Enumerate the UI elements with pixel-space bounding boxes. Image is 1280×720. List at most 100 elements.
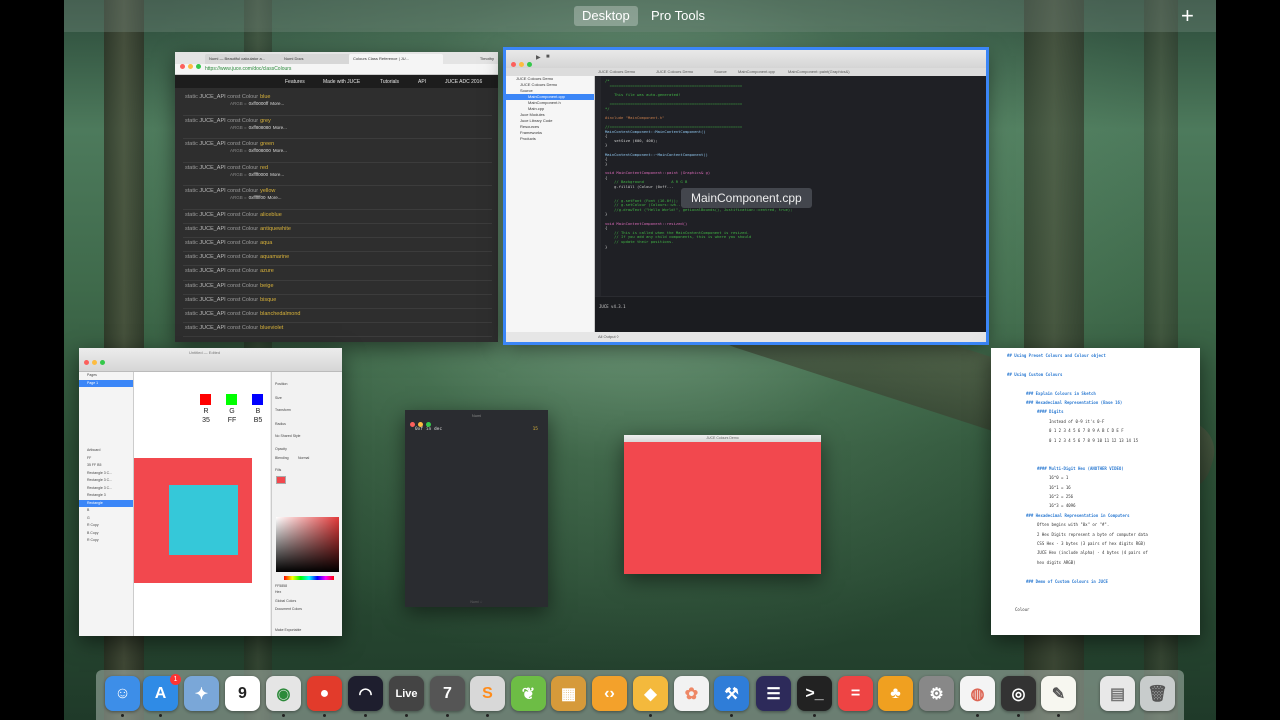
color-picker-field[interactable] <box>276 517 339 572</box>
colour-row[interactable]: static JUCE_API const Colour bisque <box>185 297 276 303</box>
jump-bar-item[interactable]: Source <box>714 68 727 76</box>
colour-row[interactable]: static JUCE_API const Colour aquamarine <box>185 254 289 260</box>
colour-name-link[interactable]: bisque <box>260 297 276 303</box>
rgb-swatch[interactable] <box>226 394 237 405</box>
juce-colours-demo-window[interactable]: JUCE Colours Demo <box>624 435 821 574</box>
document-colors-toggle[interactable]: Document Colors <box>275 607 302 611</box>
colour-name-link[interactable]: blueviolet <box>260 325 283 331</box>
space-tab-desktop[interactable]: Desktop <box>574 6 638 26</box>
colour-row[interactable]: static JUCE_API const Colour beige <box>185 283 274 289</box>
layer-item[interactable]: Rectangle 3 C... <box>79 470 133 478</box>
nav-link-made-with-juce[interactable]: Made with JUCE <box>323 77 360 87</box>
layer-item[interactable]: Rectangle 3 C... <box>79 485 133 493</box>
colour-name-link[interactable]: antiquewhite <box>260 226 291 232</box>
layer-item[interactable]: FF <box>79 455 133 463</box>
global-colors-toggle[interactable]: Global Colors <box>275 599 296 603</box>
documents-folder-icon[interactable]: ▤ <box>1100 676 1135 711</box>
sublime-text-icon[interactable]: S <box>470 676 505 711</box>
layer-item[interactable]: B <box>79 507 133 515</box>
layer-item[interactable]: R Copy <box>79 522 133 530</box>
preview-icon[interactable]: ✦ <box>184 676 219 711</box>
colour-row[interactable]: static JUCE_API const Colour red ARGB = 0xf… <box>185 165 284 177</box>
jump-bar-item[interactable]: JUCE Colours Demo <box>656 68 693 76</box>
jump-bar-item[interactable]: JUCE Colours Demo <box>598 68 635 76</box>
numi-icon[interactable]: 7 <box>430 676 465 711</box>
ableton-live-icon[interactable]: Live <box>389 676 424 711</box>
butterfly-app-icon[interactable]: ♣ <box>878 676 913 711</box>
layer-item[interactable]: Rectangle 3 <box>79 492 133 500</box>
colour-row[interactable]: static JUCE_API const Colour yellow ARGB =… <box>185 188 282 200</box>
browser-address-bar[interactable]: https://www.juce.com/doc/classColours <box>175 64 498 75</box>
run-button[interactable]: ▶ <box>536 54 541 61</box>
numi-input-line[interactable]: 0xf in dec <box>415 427 442 432</box>
more-link[interactable]: More... <box>273 148 287 153</box>
hex-input[interactable]: FF5858 <box>275 584 287 588</box>
colour-name-link[interactable]: aquamarine <box>260 254 289 260</box>
rgb-swatch[interactable] <box>252 394 263 405</box>
space-tab-pro-tools[interactable]: Pro Tools <box>643 6 713 26</box>
sketch-window[interactable]: Untitled — Edited Pages Page 1 Artboard FF 3… <box>79 348 342 636</box>
make-exportable-button[interactable]: Make Exportable <box>275 628 301 632</box>
sketch-canvas[interactable]: R 35 G FF B B5 <box>134 372 270 636</box>
window-controls[interactable] <box>84 352 108 370</box>
navigator-item[interactable]: Products <box>506 136 594 142</box>
layer-item[interactable]: Rectangle <box>79 499 133 507</box>
layer-item[interactable]: R Copy <box>79 537 133 545</box>
window-controls[interactable] <box>180 56 204 74</box>
code-editor[interactable]: /* =====================================… <box>595 76 986 296</box>
calendar-icon[interactable]: 9 <box>225 676 260 711</box>
console-filter-bar[interactable]: All Output ◊ <box>506 332 986 342</box>
colour-name-link[interactable]: aqua <box>260 240 272 246</box>
more-link[interactable]: More... <box>270 172 284 177</box>
shared-style-select[interactable]: No Shared Style <box>275 434 301 438</box>
fill-swatch[interactable] <box>276 476 286 484</box>
system-preferences-icon[interactable]: ⚙ <box>919 676 954 711</box>
sketch-icon[interactable]: ◆ <box>633 676 668 711</box>
rgb-swatch[interactable] <box>200 394 211 405</box>
trash-icon[interactable]: 🗑 <box>1140 676 1175 711</box>
markdown-notes-window[interactable]: ## Using Preset Colours and Colour objec… <box>991 348 1200 635</box>
colour-name-link[interactable]: grey <box>260 118 271 124</box>
calculator-app-icon[interactable]: = <box>838 676 873 711</box>
colour-row[interactable]: static JUCE_API const Colour azure <box>185 268 274 274</box>
page-item[interactable]: Page 1 <box>79 379 133 387</box>
colour-row[interactable]: static JUCE_API const Colour aliceblue <box>185 212 282 218</box>
browser-tab[interactable]: Numi — Beautiful calculator a... <box>205 54 281 64</box>
xcode-icon[interactable]: ⚒ <box>714 676 749 711</box>
colour-row[interactable]: static JUCE_API const Colour green ARGB = 0… <box>185 141 287 153</box>
layer-item[interactable]: Artboard <box>79 447 133 455</box>
stop-button[interactable]: ■ <box>546 54 550 60</box>
photo-slideshow-icon[interactable]: ▦ <box>551 676 586 711</box>
color-wheel-icon[interactable]: ◍ <box>960 676 995 711</box>
layer-item[interactable]: Rectangle 3 C... <box>79 477 133 485</box>
nav-link-features[interactable]: Features <box>285 77 305 87</box>
chrome-icon[interactable]: ◉ <box>266 676 301 711</box>
nav-link-tutorials[interactable]: Tutorials <box>380 77 399 87</box>
more-link[interactable]: More... <box>270 101 284 106</box>
colour-row[interactable]: static JUCE_API const Colour grey ARGB = 0x… <box>185 118 287 130</box>
browser-tab-active[interactable]: Colours Class Reference | JU... <box>349 54 443 64</box>
more-link[interactable]: More... <box>268 195 282 200</box>
pro-tools-icon[interactable]: ◠ <box>348 676 383 711</box>
jump-bar-item[interactable]: MainComponent.cpp <box>738 68 775 76</box>
finder-icon[interactable]: ☺ <box>105 676 140 711</box>
debug-console[interactable]: JUCE v4.3.1 <box>595 297 986 332</box>
tomato-timer-icon[interactable]: ● <box>307 676 342 711</box>
layer-item[interactable]: 35 FF B5 <box>79 462 133 470</box>
inner-rectangle[interactable] <box>169 485 238 555</box>
colour-row[interactable]: static JUCE_API const Colour blueviolet <box>185 325 283 331</box>
textedit-icon[interactable]: ✎ <box>1041 676 1076 711</box>
jump-bar-item[interactable]: MainComponent::paint(Graphics&) <box>788 68 850 76</box>
colour-row[interactable]: static JUCE_API const Colour aqua <box>185 240 272 246</box>
nav-link-api[interactable]: API <box>418 77 426 87</box>
browser-window[interactable]: Numi — Beautiful calculator a... Numi Do… <box>175 52 498 342</box>
terminal-icon[interactable]: >_ <box>797 676 832 711</box>
colour-name-link[interactable]: blue <box>260 94 270 100</box>
browser-tab[interactable]: Numi Docs <box>280 54 350 64</box>
colour-name-link[interactable]: azure <box>260 268 274 274</box>
colour-name-link[interactable]: green <box>260 141 274 147</box>
numi-window[interactable]: Numi 0xf in dec 15 Numi ☆ <box>405 410 548 607</box>
colour-row[interactable]: static JUCE_API const Colour blanchedalmo… <box>185 311 300 317</box>
more-link[interactable]: More... <box>273 125 287 130</box>
colour-row[interactable]: static JUCE_API const Colour antiquewhite <box>185 226 291 232</box>
